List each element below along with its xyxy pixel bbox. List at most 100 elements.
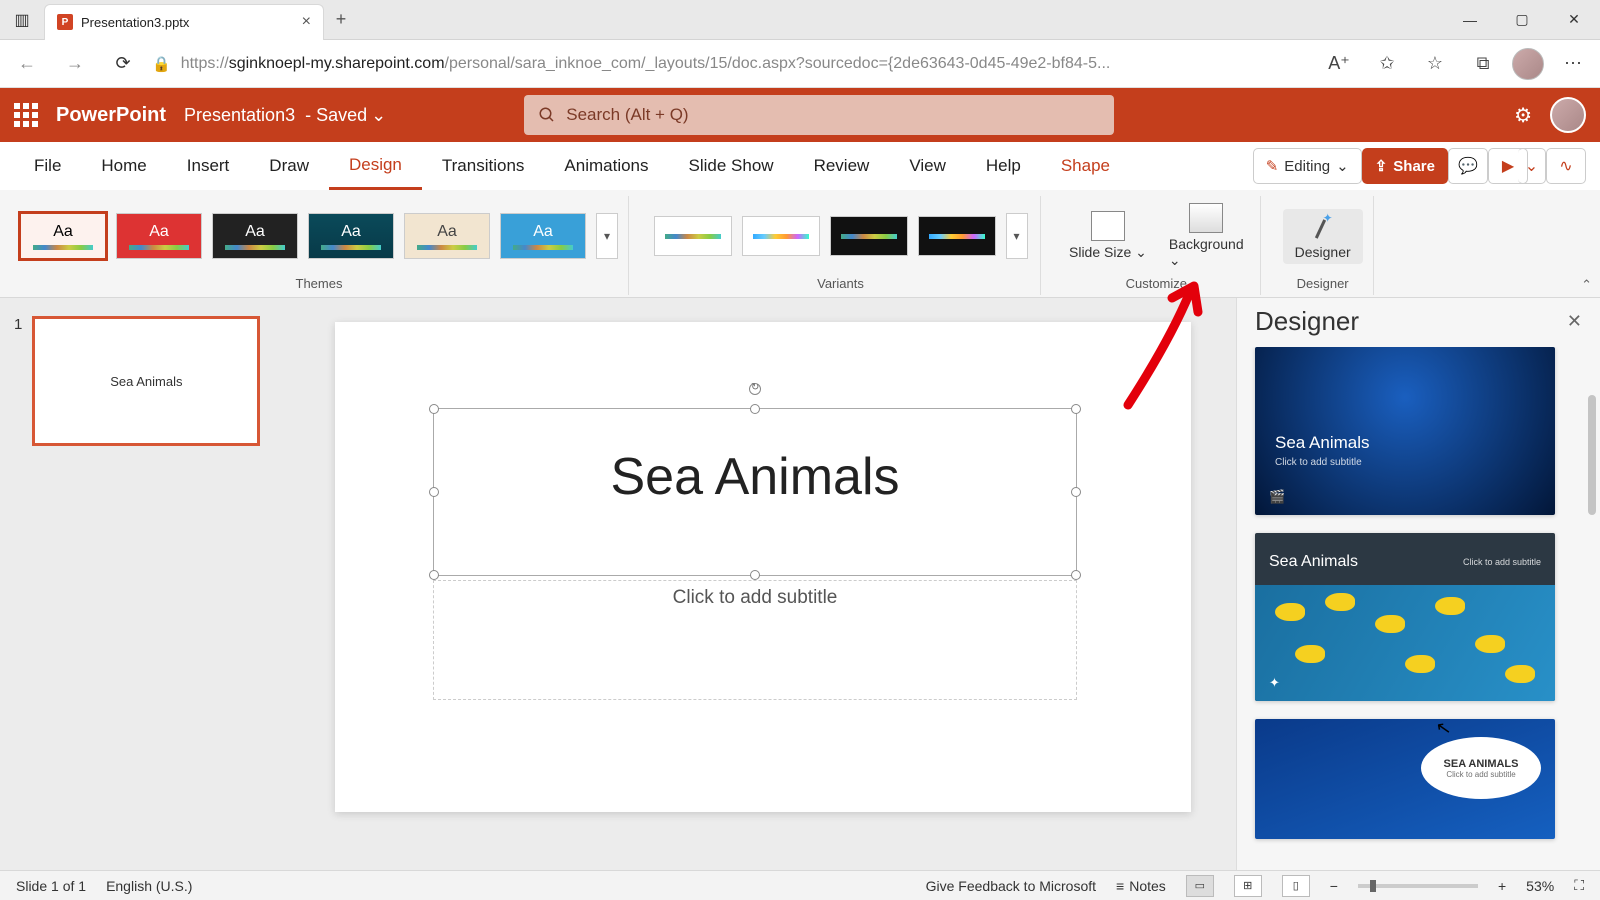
theme-office[interactable]: Aa — [20, 213, 106, 259]
new-tab-button[interactable]: + — [324, 9, 358, 30]
theme-tile[interactable]: Aa — [404, 213, 490, 259]
resize-handle[interactable] — [429, 404, 439, 414]
theme-tile[interactable]: Aa — [116, 213, 202, 259]
tab-transitions[interactable]: Transitions — [422, 142, 545, 190]
background-button[interactable]: Background⌄ — [1163, 201, 1250, 271]
theme-tile[interactable]: Aa — [212, 213, 298, 259]
powerpoint-favicon: P — [57, 14, 73, 30]
browser-tab[interactable]: P Presentation3.pptx × — [44, 4, 324, 40]
designer-button[interactable]: Designer — [1283, 209, 1363, 264]
settings-gear-icon[interactable]: ⚙ — [1514, 103, 1532, 128]
designer-wand-icon — [1309, 213, 1337, 241]
resize-handle[interactable] — [1071, 570, 1081, 580]
normal-view-icon[interactable]: ▭ — [1186, 875, 1214, 897]
app-launcher-icon[interactable] — [14, 103, 38, 127]
sorter-view-icon[interactable]: ⊞ — [1234, 875, 1262, 897]
notes-button[interactable]: ≡Notes — [1116, 878, 1166, 894]
resize-handle[interactable] — [429, 487, 439, 497]
tab-animations[interactable]: Animations — [544, 142, 668, 190]
comments-button[interactable]: 💬 — [1448, 148, 1488, 184]
resize-handle[interactable] — [429, 570, 439, 580]
site-info-icon[interactable]: 🔒 — [152, 55, 171, 73]
url-field[interactable]: https://sginknoepl-my.sharepoint.com/per… — [181, 55, 1310, 73]
slide-size-button[interactable]: Slide Size ⌄ — [1063, 209, 1153, 263]
user-avatar[interactable] — [1550, 97, 1586, 133]
collapse-ribbon-icon[interactable]: ⌃ — [1581, 277, 1592, 293]
tab-review[interactable]: Review — [794, 142, 890, 190]
read-aloud-icon[interactable]: A⁺ — [1320, 45, 1358, 83]
theme-tile[interactable]: Aa — [308, 213, 394, 259]
zoom-level[interactable]: 53% — [1526, 878, 1554, 894]
variant-tile[interactable] — [742, 216, 820, 256]
back-icon[interactable]: ← — [8, 45, 46, 83]
slide-thumbnail[interactable]: Sea Animals — [32, 316, 260, 446]
editing-mode-button[interactable]: ✎Editing⌄ — [1253, 148, 1362, 184]
add-favorite-icon[interactable]: ✩ — [1368, 45, 1406, 83]
tab-design[interactable]: Design — [329, 142, 422, 190]
slide[interactable]: Sea Animals Click to add subtitle — [335, 322, 1191, 812]
designer-pane-title: Designer — [1255, 306, 1567, 337]
subtitle-placeholder[interactable]: Click to add subtitle — [433, 580, 1077, 700]
zoom-slider[interactable] — [1358, 884, 1478, 888]
tab-help[interactable]: Help — [966, 142, 1041, 190]
feedback-link[interactable]: Give Feedback to Microsoft — [926, 878, 1096, 894]
slide-title-text[interactable]: Sea Animals — [434, 409, 1076, 507]
browser-profile-avatar[interactable] — [1512, 48, 1544, 80]
language-indicator[interactable]: English (U.S.) — [106, 878, 192, 894]
variants-more-dropdown[interactable]: ▾ — [1006, 213, 1028, 259]
title-placeholder[interactable]: Sea Animals — [433, 408, 1077, 576]
themes-more-dropdown[interactable]: ▾ — [596, 213, 618, 259]
resize-handle[interactable] — [750, 404, 760, 414]
tab-slideshow[interactable]: Slide Show — [669, 142, 794, 190]
maximize-icon[interactable]: ▢ — [1496, 0, 1548, 40]
variant-tile[interactable] — [830, 216, 908, 256]
slide-counter[interactable]: Slide 1 of 1 — [16, 878, 86, 894]
zoom-out-button[interactable]: − — [1330, 878, 1338, 894]
design-suggestion[interactable]: Sea Animals Click to add subtitle 🎬 — [1255, 347, 1555, 515]
fit-to-window-icon[interactable]: ⛶ — [1574, 877, 1584, 894]
main-area: 1 Sea Animals Sea Animals Click to add s… — [0, 298, 1600, 870]
search-icon — [538, 106, 556, 124]
close-tab-icon[interactable]: × — [302, 13, 311, 31]
browser-tab-strip: ▥ P Presentation3.pptx × + ― ▢ ✕ — [0, 0, 1600, 40]
resize-handle[interactable] — [1071, 487, 1081, 497]
slide-canvas[interactable]: Sea Animals Click to add subtitle — [290, 298, 1236, 870]
theme-tile[interactable]: Aa — [500, 213, 586, 259]
tab-actions-icon[interactable]: ▥ — [0, 0, 44, 39]
tab-view[interactable]: View — [889, 142, 966, 190]
pencil-icon: ✎ — [1266, 157, 1279, 175]
collections-icon[interactable]: ⧉ — [1464, 45, 1502, 83]
share-button[interactable]: ⇪Share — [1362, 148, 1448, 184]
reading-view-icon[interactable]: ▯ — [1282, 875, 1310, 897]
thumbnail-row[interactable]: 1 Sea Animals — [14, 316, 276, 446]
tab-insert[interactable]: Insert — [167, 142, 250, 190]
tab-home[interactable]: Home — [81, 142, 166, 190]
variant-tile[interactable] — [654, 216, 732, 256]
rotate-handle[interactable] — [749, 383, 761, 395]
design-suggestion[interactable]: Sea Animals Click to add subtitle ✦ — [1255, 533, 1555, 701]
close-pane-icon[interactable]: ✕ — [1567, 311, 1582, 332]
tab-shape[interactable]: Shape — [1041, 142, 1130, 190]
slide-size-icon — [1091, 211, 1125, 241]
browser-menu-icon[interactable]: ⋯ — [1554, 45, 1592, 83]
minimize-icon[interactable]: ― — [1444, 0, 1496, 40]
designer-suggestions-list[interactable]: Sea Animals Click to add subtitle 🎬 Sea … — [1237, 347, 1600, 870]
app-header: PowerPoint Presentation3 - Saved ⌄ Searc… — [0, 88, 1600, 142]
design-suggestion[interactable]: SEA ANIMALSClick to add subtitle — [1255, 719, 1555, 839]
slide-thumbnail-pane[interactable]: 1 Sea Animals — [0, 298, 290, 870]
present-dropdown[interactable]: ⌄ — [1518, 148, 1546, 184]
resize-handle[interactable] — [1071, 404, 1081, 414]
activity-button[interactable]: ∿ — [1546, 148, 1586, 184]
resize-handle[interactable] — [750, 570, 760, 580]
close-window-icon[interactable]: ✕ — [1548, 0, 1600, 40]
search-input[interactable]: Search (Alt + Q) — [524, 95, 1114, 135]
group-label-themes: Themes — [296, 276, 343, 295]
scrollbar-thumb[interactable] — [1588, 395, 1596, 515]
tab-file[interactable]: File — [14, 142, 81, 190]
tab-draw[interactable]: Draw — [249, 142, 329, 190]
favorites-icon[interactable]: ☆ — [1416, 45, 1454, 83]
zoom-in-button[interactable]: + — [1498, 878, 1506, 894]
variant-tile[interactable] — [918, 216, 996, 256]
document-title[interactable]: Presentation3 - Saved ⌄ — [184, 105, 386, 126]
refresh-icon[interactable]: ⟳ — [104, 45, 142, 83]
